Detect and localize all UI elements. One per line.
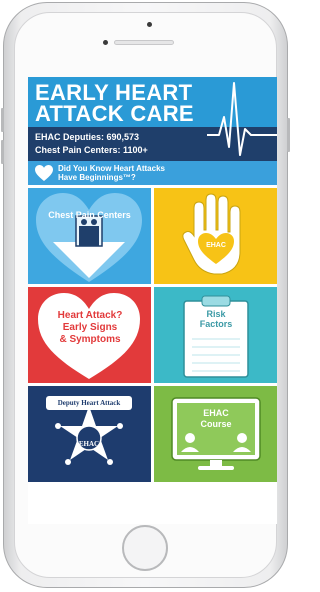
volume-up-button xyxy=(1,108,4,132)
ehac-banner[interactable]: EARLY HEART ATTACK CARE EHAC Deputies: 6… xyxy=(28,77,277,185)
tile-chest-pain-centers[interactable]: Chest Pain Centers xyxy=(28,188,151,284)
tile-deputy-label: Deputy Heart Attack xyxy=(57,399,121,407)
tile-risk-factors-label: Risk Factors xyxy=(199,309,233,329)
did-you-know-text: Did You Know Heart Attacks Have Beginnin… xyxy=(58,164,165,182)
deputies-count: EHAC Deputies: 690,573 xyxy=(35,132,140,142)
tile-deputy[interactable]: Deputy Heart Attack EHAC xyxy=(28,386,151,482)
front-camera-icon xyxy=(147,22,152,27)
sensor-icon xyxy=(103,40,108,45)
heart-icon xyxy=(35,165,53,181)
clipboard-icon xyxy=(183,295,249,378)
tile-early-signs-label: Heart Attack? Early Signs & Symptoms xyxy=(57,310,123,345)
tile-ehac-hand[interactable]: EHAC xyxy=(154,188,277,284)
chest-pain-centers-count: Chest Pain Centers: 1100+ xyxy=(35,145,148,155)
tile-ehac-hand-label: EHAC xyxy=(206,242,226,249)
monitor-icon xyxy=(171,397,261,470)
power-button xyxy=(287,118,290,152)
earpiece-speaker xyxy=(114,40,174,45)
heart-arrow-icon xyxy=(36,193,142,282)
did-you-know-row[interactable]: Did You Know Heart Attacks Have Beginnin… xyxy=(28,161,277,185)
ecg-line-icon xyxy=(207,82,277,156)
volume-down-button xyxy=(1,140,4,164)
hand-icon xyxy=(182,193,241,275)
banner-title: EARLY HEART ATTACK CARE xyxy=(35,80,194,126)
tile-chest-pain-centers-label: Chest Pain Centers xyxy=(48,210,131,220)
tile-ehac-course[interactable]: EHAC Course xyxy=(154,386,277,482)
deputy-badge-text: EHAC xyxy=(78,440,100,448)
home-button[interactable] xyxy=(122,525,168,571)
tile-ehac-course-label: EHAC Course xyxy=(200,408,232,429)
app-screen: EARLY HEART ATTACK CARE EHAC Deputies: 6… xyxy=(28,77,277,524)
tile-risk-factors[interactable]: Risk Factors xyxy=(154,287,277,383)
tile-early-signs[interactable]: Heart Attack? Early Signs & Symptoms xyxy=(28,287,151,383)
